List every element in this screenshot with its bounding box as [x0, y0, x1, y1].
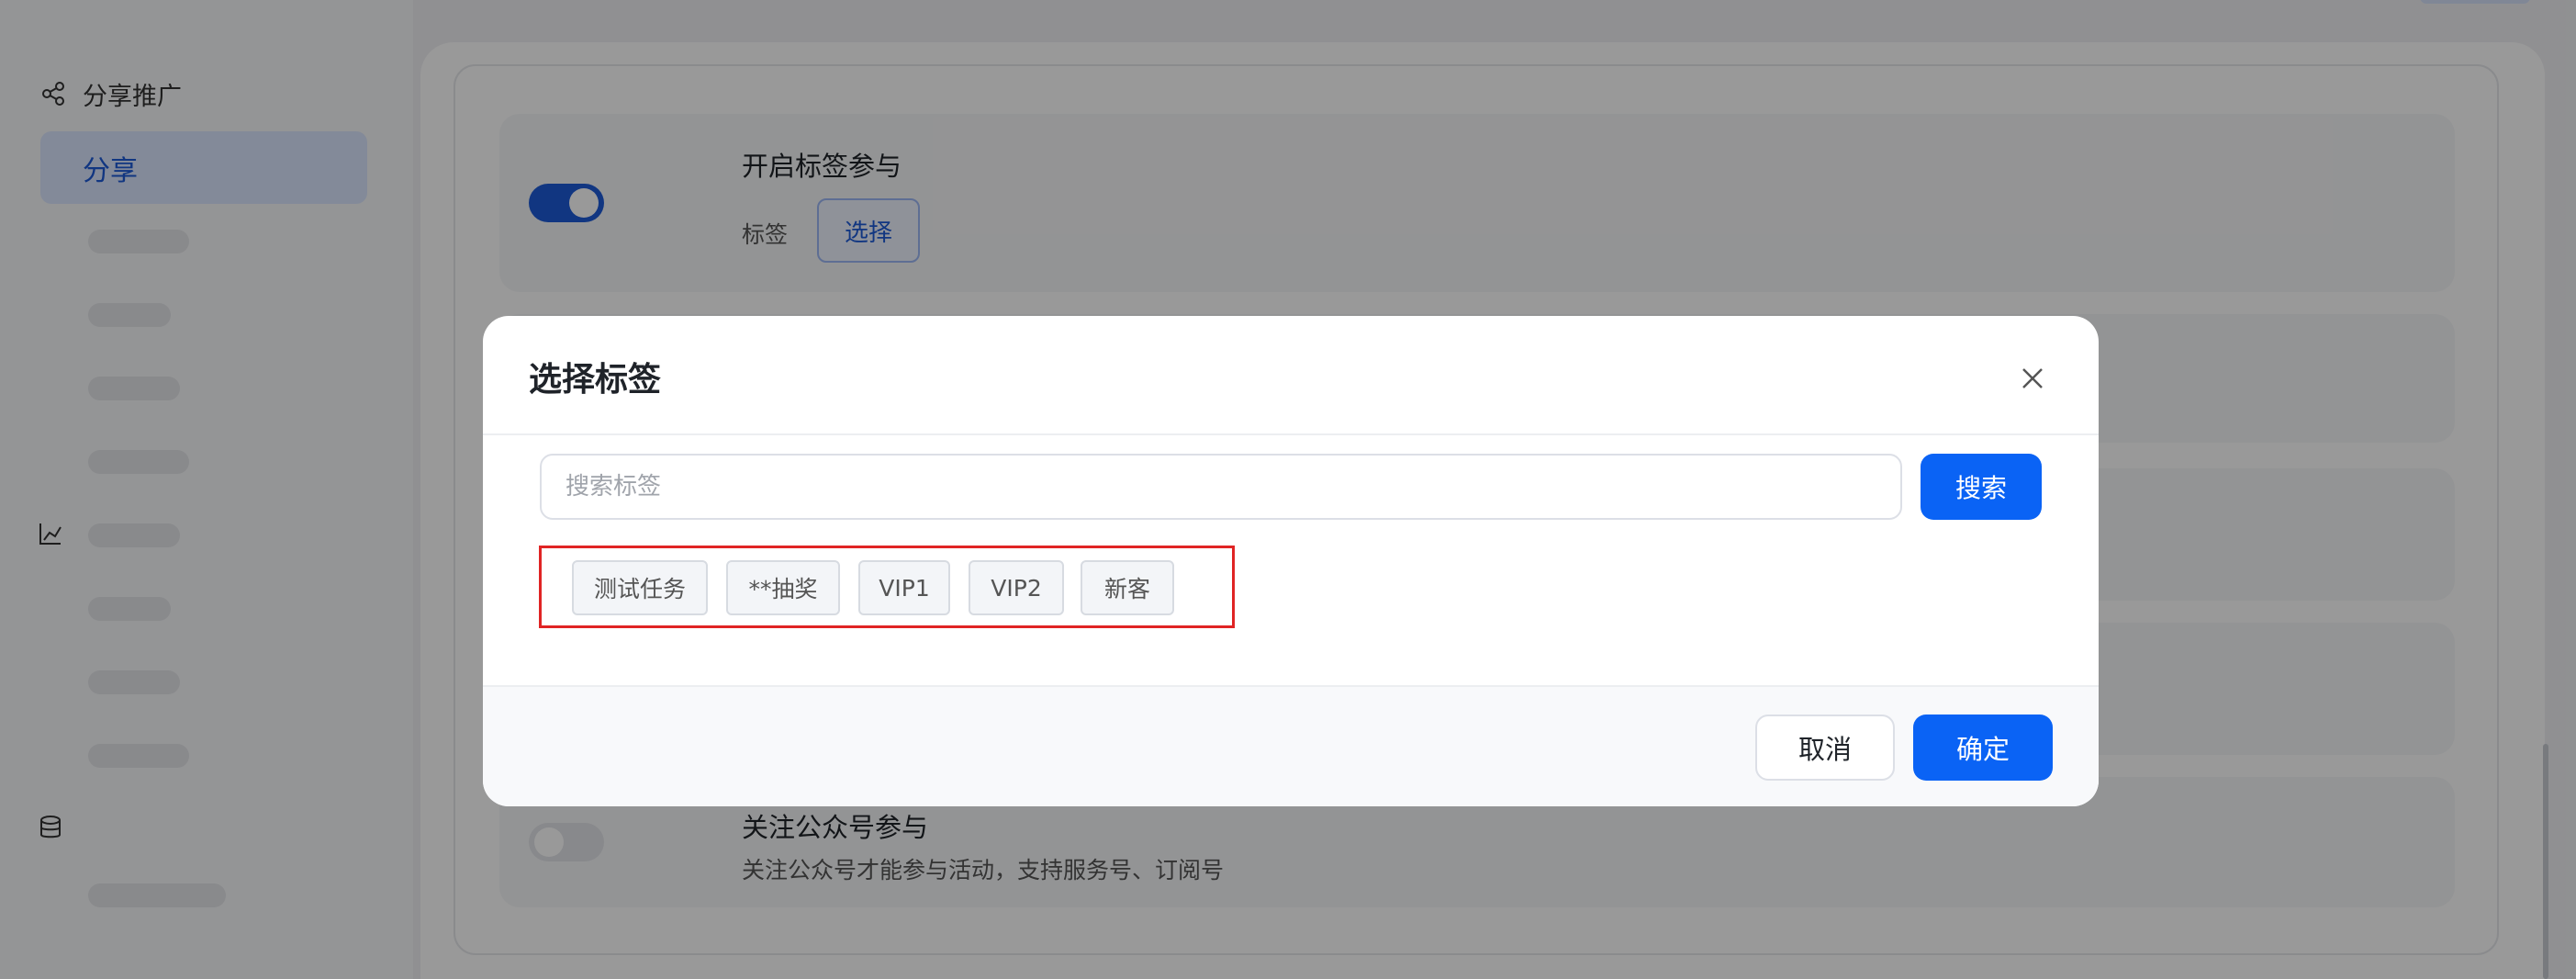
tag-item[interactable]: VIP1: [858, 560, 950, 615]
tag-item[interactable]: **抽奖: [726, 560, 840, 615]
footer-divider: [483, 685, 2099, 687]
dialog-footer: 取消 确定: [483, 685, 2099, 806]
tag-item[interactable]: 测试任务: [572, 560, 708, 615]
tag-item[interactable]: 新客: [1081, 560, 1174, 615]
select-tag-dialog: 选择标签 搜索 测试任务 **抽奖 VIP1 VIP2 新客 取消 确定: [483, 316, 2099, 806]
tag-item[interactable]: VIP2: [969, 560, 1064, 615]
dialog-title: 选择标签: [529, 361, 662, 399]
cancel-button[interactable]: 取消: [1755, 715, 1895, 781]
search-button[interactable]: 搜索: [1921, 454, 2042, 520]
tag-search-input[interactable]: [540, 454, 1902, 520]
dialog-divider: [483, 433, 2099, 435]
confirm-button[interactable]: 确定: [1913, 715, 2053, 781]
close-icon[interactable]: [2014, 360, 2051, 397]
app-root: 分享推广 分享 开启标签参与 标签 选择 关注公众号参与 关注公众号才能参与活动…: [0, 0, 2576, 979]
